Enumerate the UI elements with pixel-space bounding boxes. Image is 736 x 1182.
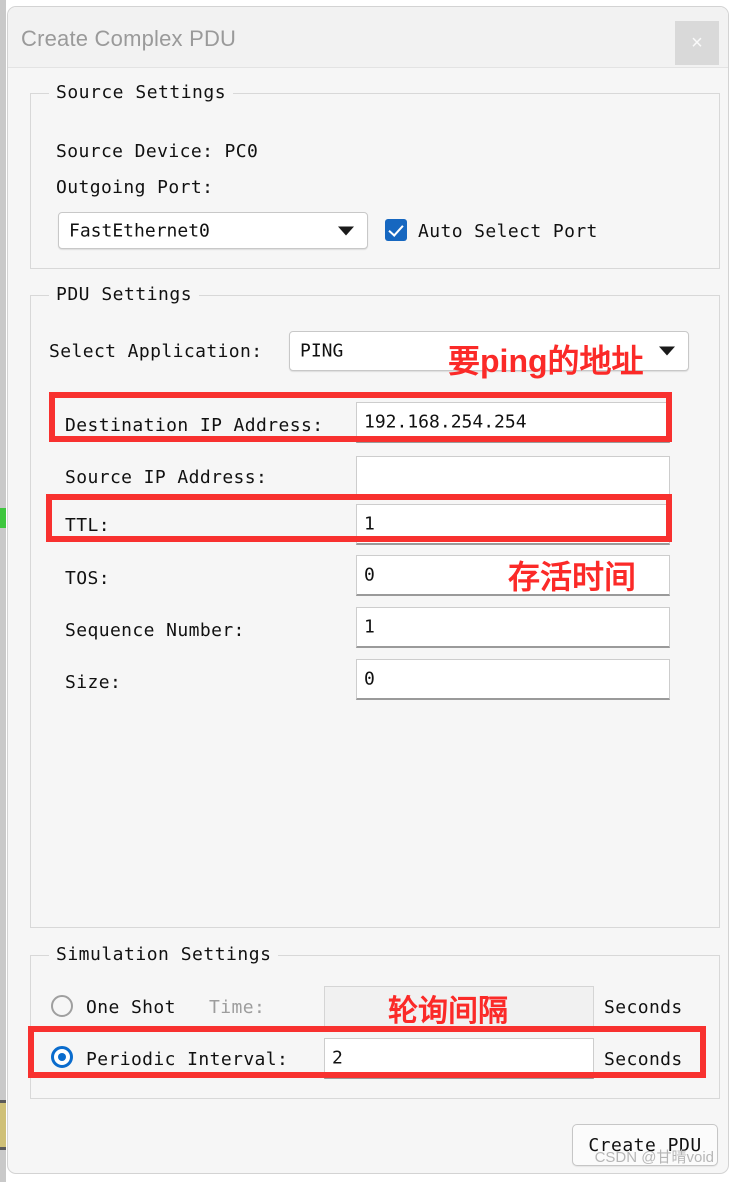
periodic-radio[interactable] [51, 1046, 73, 1068]
select-application-value: PING [300, 340, 344, 362]
tos-value: 0 [364, 564, 375, 586]
ttl-value: 1 [364, 513, 375, 535]
periodic-interval-value: 2 [332, 1047, 343, 1069]
outgoing-port-select[interactable]: FastEthernet0 [58, 212, 368, 249]
chevron-down-icon [659, 346, 675, 356]
tos-label: TOS: [65, 568, 110, 589]
pdu-settings-title: PDU Settings [49, 284, 200, 305]
simulation-settings-title: Simulation Settings [49, 944, 279, 965]
destination-ip-label: Destination IP Address: [65, 415, 324, 436]
ttl-label: TTL: [65, 515, 110, 536]
dialog-titlebar: Create Complex PDU × [8, 7, 728, 68]
select-application-label: Select Application: [49, 341, 263, 362]
sequence-number-input[interactable]: 1 [356, 607, 670, 648]
ttl-input[interactable]: 1 [356, 504, 670, 545]
source-ip-input[interactable] [356, 456, 670, 497]
close-icon: × [691, 32, 703, 54]
destination-ip-value: 192.168.254.254 [364, 411, 527, 433]
annotation-poll-interval: 轮询间隔 [388, 995, 508, 1028]
page-scrollbar-track[interactable] [0, 0, 6, 1182]
size-value: 0 [364, 668, 375, 690]
auto-select-port-label: Auto Select Port [418, 221, 598, 242]
sequence-number-label: Sequence Number: [65, 620, 245, 641]
periodic-label: Periodic Interval: [86, 1049, 289, 1070]
sequence-number-value: 1 [364, 616, 375, 638]
chevron-down-icon [338, 226, 354, 235]
outgoing-port-value: FastEthernet0 [69, 220, 210, 241]
close-button[interactable]: × [675, 21, 719, 65]
one-shot-seconds-label: Seconds [604, 997, 683, 1018]
source-ip-label: Source IP Address: [65, 467, 268, 488]
scrollbar-green-marker [0, 508, 6, 528]
scrollbar-thumb[interactable] [0, 1100, 6, 1150]
watermark: CSDN @甘晴void [594, 1149, 714, 1166]
annotation-ping-address: 要ping的地址 [448, 343, 644, 379]
dialog-title: Create Complex PDU [21, 26, 237, 51]
one-shot-label: One Shot [86, 997, 176, 1018]
auto-select-port-checkbox[interactable] [385, 219, 407, 241]
source-settings-title: Source Settings [49, 82, 234, 103]
periodic-interval-input[interactable]: 2 [324, 1038, 594, 1079]
outgoing-port-label: Outgoing Port: [56, 177, 214, 198]
size-label: Size: [65, 672, 122, 693]
annotation-ttl-meaning: 存活时间 [508, 559, 637, 595]
source-device-label: Source Device: PC0 [56, 141, 259, 162]
one-shot-radio[interactable] [51, 995, 73, 1017]
one-shot-time-label: Time: [209, 997, 266, 1018]
destination-ip-input[interactable]: 192.168.254.254 [356, 402, 670, 443]
size-input[interactable]: 0 [356, 659, 670, 700]
periodic-seconds-label: Seconds [604, 1049, 683, 1070]
